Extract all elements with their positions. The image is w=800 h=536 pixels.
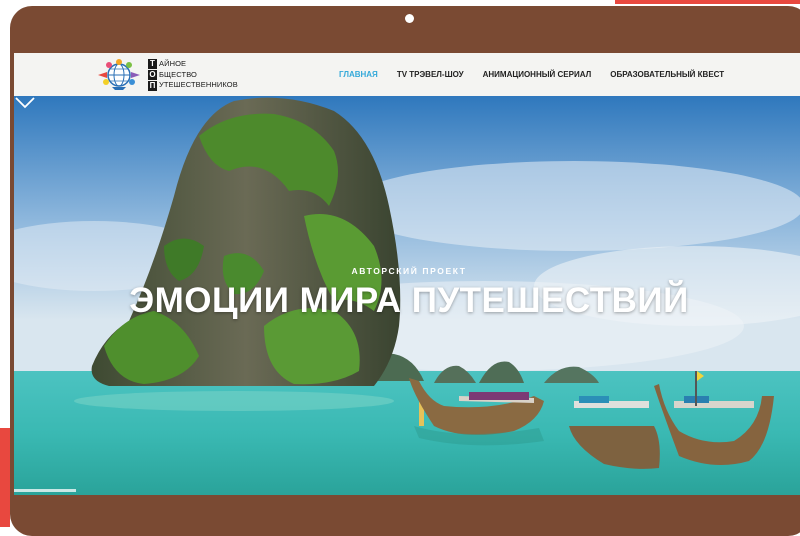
- chevron-down-icon[interactable]: [14, 96, 36, 110]
- logo-wordmark: АЙНОЕ БЩЕСТВО УТЕШЕСТВЕННИКОВ: [159, 59, 238, 91]
- hero-eyebrow: АВТОРСКИЙ ПРОЕКТ: [351, 266, 467, 276]
- globe-ships-icon: [98, 59, 140, 90]
- nav-item-tv-show[interactable]: TV ТРЭВЕЛ-ШОУ: [397, 70, 464, 79]
- hero-title: ЭМОЦИИ МИРА ПУТЕШЕСТВИЙ: [129, 281, 689, 320]
- main-nav: ГЛАВНАЯ TV ТРЭВЕЛ-ШОУ АНИМАЦИОННЫЙ СЕРИА…: [339, 53, 743, 96]
- logo-letter-column: Т О П: [148, 59, 157, 91]
- logo-letter: П: [148, 81, 157, 91]
- logo-word: АЙНОЕ: [159, 59, 187, 69]
- nav-item-educational-quest[interactable]: ОБРАЗОВАТЕЛЬНЫЙ КВЕСТ: [610, 70, 724, 79]
- logo-letter: Т: [148, 59, 157, 69]
- accent-stripe-left: [0, 428, 10, 527]
- logo-letter: О: [148, 70, 157, 80]
- slide-progress-bar: [14, 489, 76, 492]
- nav-item-animated-series[interactable]: АНИМАЦИОННЫЙ СЕРИАЛ: [483, 70, 592, 79]
- accent-stripe-top: [615, 0, 800, 4]
- logo-word: БЩЕСТВО: [159, 69, 197, 79]
- laptop-frame: Т О П АЙНОЕ БЩЕСТВО УТЕШЕСТВЕННИКОВ ГЛАВ…: [10, 6, 800, 536]
- hero-section: АВТОРСКИЙ ПРОЕКТ ЭМОЦИИ МИРА ПУТЕШЕСТВИЙ: [14, 96, 800, 495]
- nav-item-home[interactable]: ГЛАВНАЯ: [339, 70, 378, 79]
- camera-dot: [405, 14, 414, 23]
- site-navbar: Т О П АЙНОЕ БЩЕСТВО УТЕШЕСТВЕННИКОВ ГЛАВ…: [14, 53, 800, 96]
- website-screen: Т О П АЙНОЕ БЩЕСТВО УТЕШЕСТВЕННИКОВ ГЛАВ…: [14, 53, 800, 495]
- site-logo[interactable]: Т О П АЙНОЕ БЩЕСТВО УТЕШЕСТВЕННИКОВ: [96, 58, 238, 92]
- logo-word: УТЕШЕСТВЕННИКОВ: [159, 80, 238, 90]
